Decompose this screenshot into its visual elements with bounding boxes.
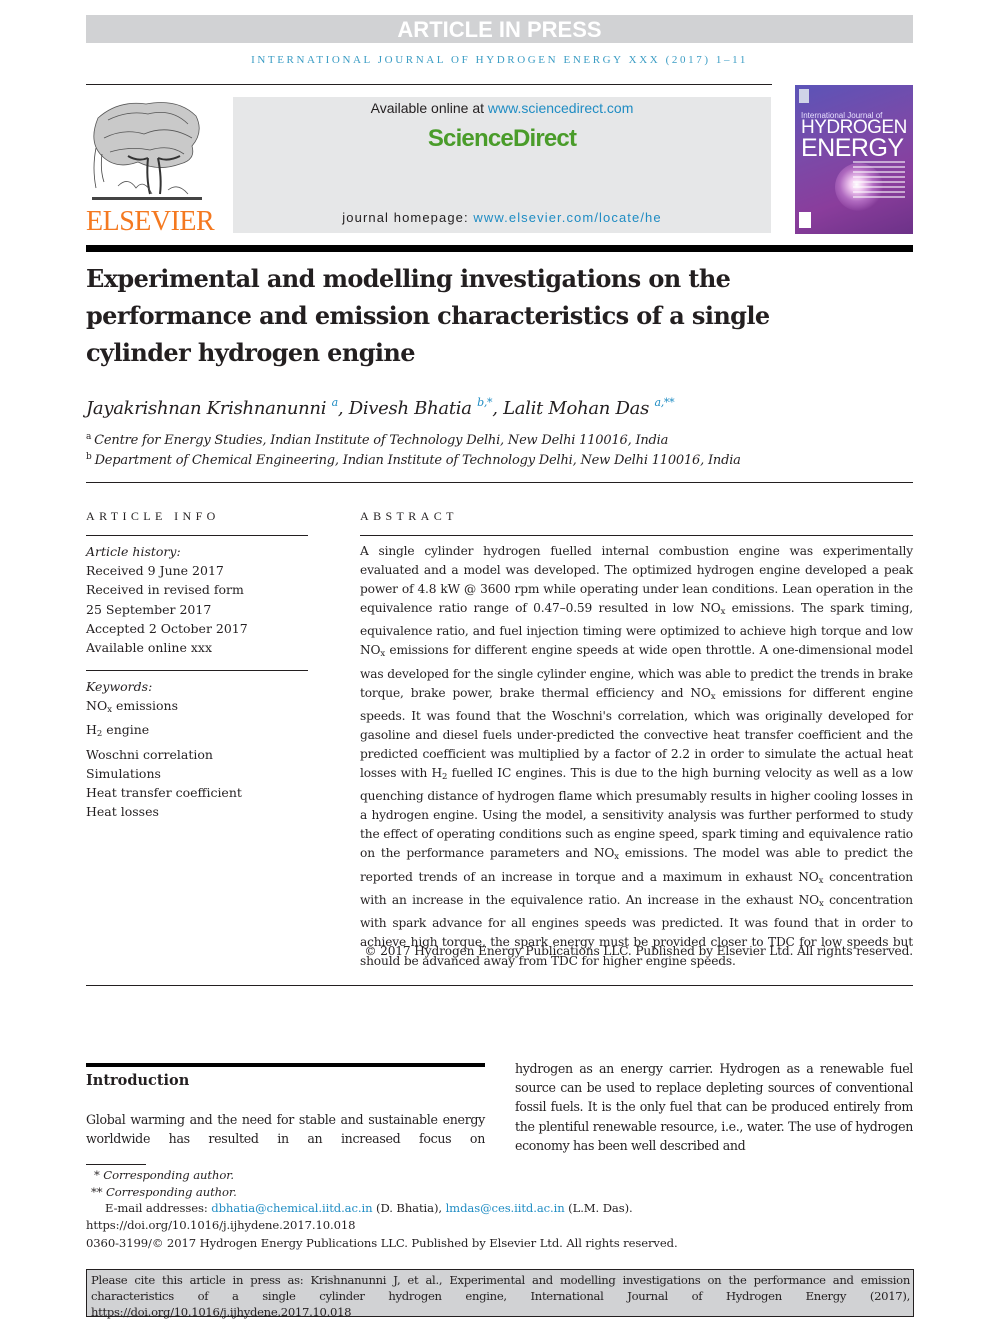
article-info-rule	[86, 535, 308, 536]
author-affiliation-mark[interactable]: a	[332, 396, 339, 409]
affiliation-text: Department of Chemical Engineering, Indi…	[94, 453, 741, 468]
elsevier-tree-icon	[92, 102, 202, 200]
cover-publisher-badge	[799, 89, 809, 103]
abstract-heading: ABSTRACT	[360, 509, 458, 523]
email-owner: (D. Bhatia),	[372, 1201, 446, 1215]
footnote-corresponding-2: ** Corresponding author.	[91, 1185, 237, 1199]
email-link-das[interactable]: lmdas@ces.iitd.ac.in	[446, 1201, 565, 1215]
keyword-item: Heat losses	[86, 804, 159, 820]
affiliation-mark: a	[86, 432, 92, 442]
footnote-rule	[86, 1164, 146, 1165]
available-online-text: Available online at www.sciencedirect.co…	[233, 100, 771, 116]
abstract-text: A single cylinder hydrogen fuelled inter…	[360, 542, 913, 971]
author-list: Jayakrishnan Krishnanunni a, Divesh Bhat…	[86, 396, 675, 419]
affiliation-a: a Centre for Energy Studies, Indian Insti…	[86, 432, 668, 448]
email-label: E-mail addresses:	[105, 1201, 212, 1215]
keyword-item: H2 engine	[86, 722, 150, 740]
footnote-mark: **	[91, 1185, 103, 1199]
keyword-item: Heat transfer coefficient	[86, 785, 242, 801]
sciencedirect-link[interactable]: www.sciencedirect.com	[488, 100, 634, 116]
footnote-text: Corresponding author.	[106, 1185, 237, 1199]
introduction-rule	[86, 1063, 485, 1067]
abstract-rule	[360, 535, 913, 536]
journal-homepage-text: journal homepage: www.elsevier.com/locat…	[233, 210, 771, 225]
footnote-mark: *	[94, 1168, 100, 1182]
doi-link[interactable]: https://doi.org/10.1016/j.ijhydene.2017.…	[86, 1218, 356, 1232]
article-info-heading: ARTICLE INFO	[86, 509, 220, 523]
abstract-end-rule	[86, 985, 913, 986]
journal-running-head: INTERNATIONAL JOURNAL OF HYDROGEN ENERGY…	[251, 54, 748, 66]
author-name[interactable]: Jayakrishnan Krishnanunni	[86, 398, 326, 419]
footnote-corresponding-1: * Corresponding author.	[94, 1168, 234, 1182]
keyword-item: Simulations	[86, 765, 161, 781]
article-history-label: Article history:	[86, 544, 181, 559]
cover-editor-lines	[853, 161, 905, 201]
journal-cover-image[interactable]: International Journal of HYDROGEN ENERGY	[795, 85, 913, 234]
title-top-rule	[86, 245, 913, 252]
keywords-rule	[86, 670, 308, 671]
history-item: 25 September 2017	[86, 601, 212, 617]
history-item: Received in revised form	[86, 582, 244, 598]
introduction-text-right: hydrogen as an energy carrier. Hydrogen …	[515, 1061, 913, 1153]
sciencedirect-logo[interactable]: ScienceDirect	[233, 125, 771, 153]
elsevier-wordmark: ELSEVIER	[86, 206, 215, 237]
sciencedirect-banner: Available online at www.sciencedirect.co…	[233, 97, 771, 233]
history-item: Available online xxx	[86, 640, 212, 656]
article-in-press-banner: ARTICLE IN PRESS	[86, 15, 913, 43]
journal-homepage-label: journal homepage:	[342, 210, 474, 225]
keyword-item: NOx emissions	[86, 698, 179, 716]
author-affiliation-mark[interactable]: b,*	[477, 396, 492, 409]
email-owner: (L.M. Das).	[564, 1201, 633, 1215]
cover-title-energy: ENERGY	[801, 134, 904, 162]
email-link-bhatia[interactable]: dbhatia@chemical.iitd.ac.in	[211, 1201, 372, 1215]
introduction-heading: Introduction	[86, 1072, 190, 1089]
cover-society-logo	[799, 212, 811, 228]
abstract-copyright: © 2017 Hydrogen Energy Publications LLC.…	[364, 944, 913, 958]
footnote-emails: E-mail addresses: dbhatia@chemical.iitd.…	[105, 1201, 633, 1215]
history-item: Accepted 2 October 2017	[86, 620, 248, 636]
author-affiliation-mark[interactable]: a,**	[654, 396, 674, 409]
affiliation-text: Centre for Energy Studies, Indian Instit…	[94, 433, 669, 448]
issn-copyright: 0360-3199/© 2017 Hydrogen Energy Publica…	[86, 1236, 678, 1250]
header-rule	[86, 84, 772, 85]
keywords-list: Keywords: NOx emissions H2 engine Woschn…	[86, 677, 242, 821]
author-name[interactable]: Divesh Bhatia	[349, 398, 472, 419]
section-divider	[86, 482, 913, 483]
affiliation-b: b Department of Chemical Engineering, Ind…	[86, 452, 741, 468]
article-title: Experimental and modelling investigation…	[86, 264, 770, 367]
journal-homepage-link[interactable]: www.elsevier.com/locate/he	[473, 210, 661, 225]
keyword-item: Woschni correlation	[86, 746, 213, 762]
keywords-label: Keywords:	[86, 679, 153, 694]
article-history: Article history: Received 9 June 2017 Re…	[86, 542, 248, 657]
elsevier-logo[interactable]: ELSEVIER	[86, 96, 215, 237]
citation-box: Please cite this article in press as: Kr…	[86, 1269, 914, 1319]
history-item: Received 9 June 2017	[86, 563, 224, 579]
introduction-text-left: Global warming and the need for stable a…	[86, 1112, 485, 1147]
available-online-label: Available online at	[370, 100, 488, 116]
author-name[interactable]: Lalit Mohan Das	[503, 398, 649, 419]
affiliation-mark: b	[86, 452, 92, 462]
footnote-text: Corresponding author.	[103, 1168, 234, 1182]
